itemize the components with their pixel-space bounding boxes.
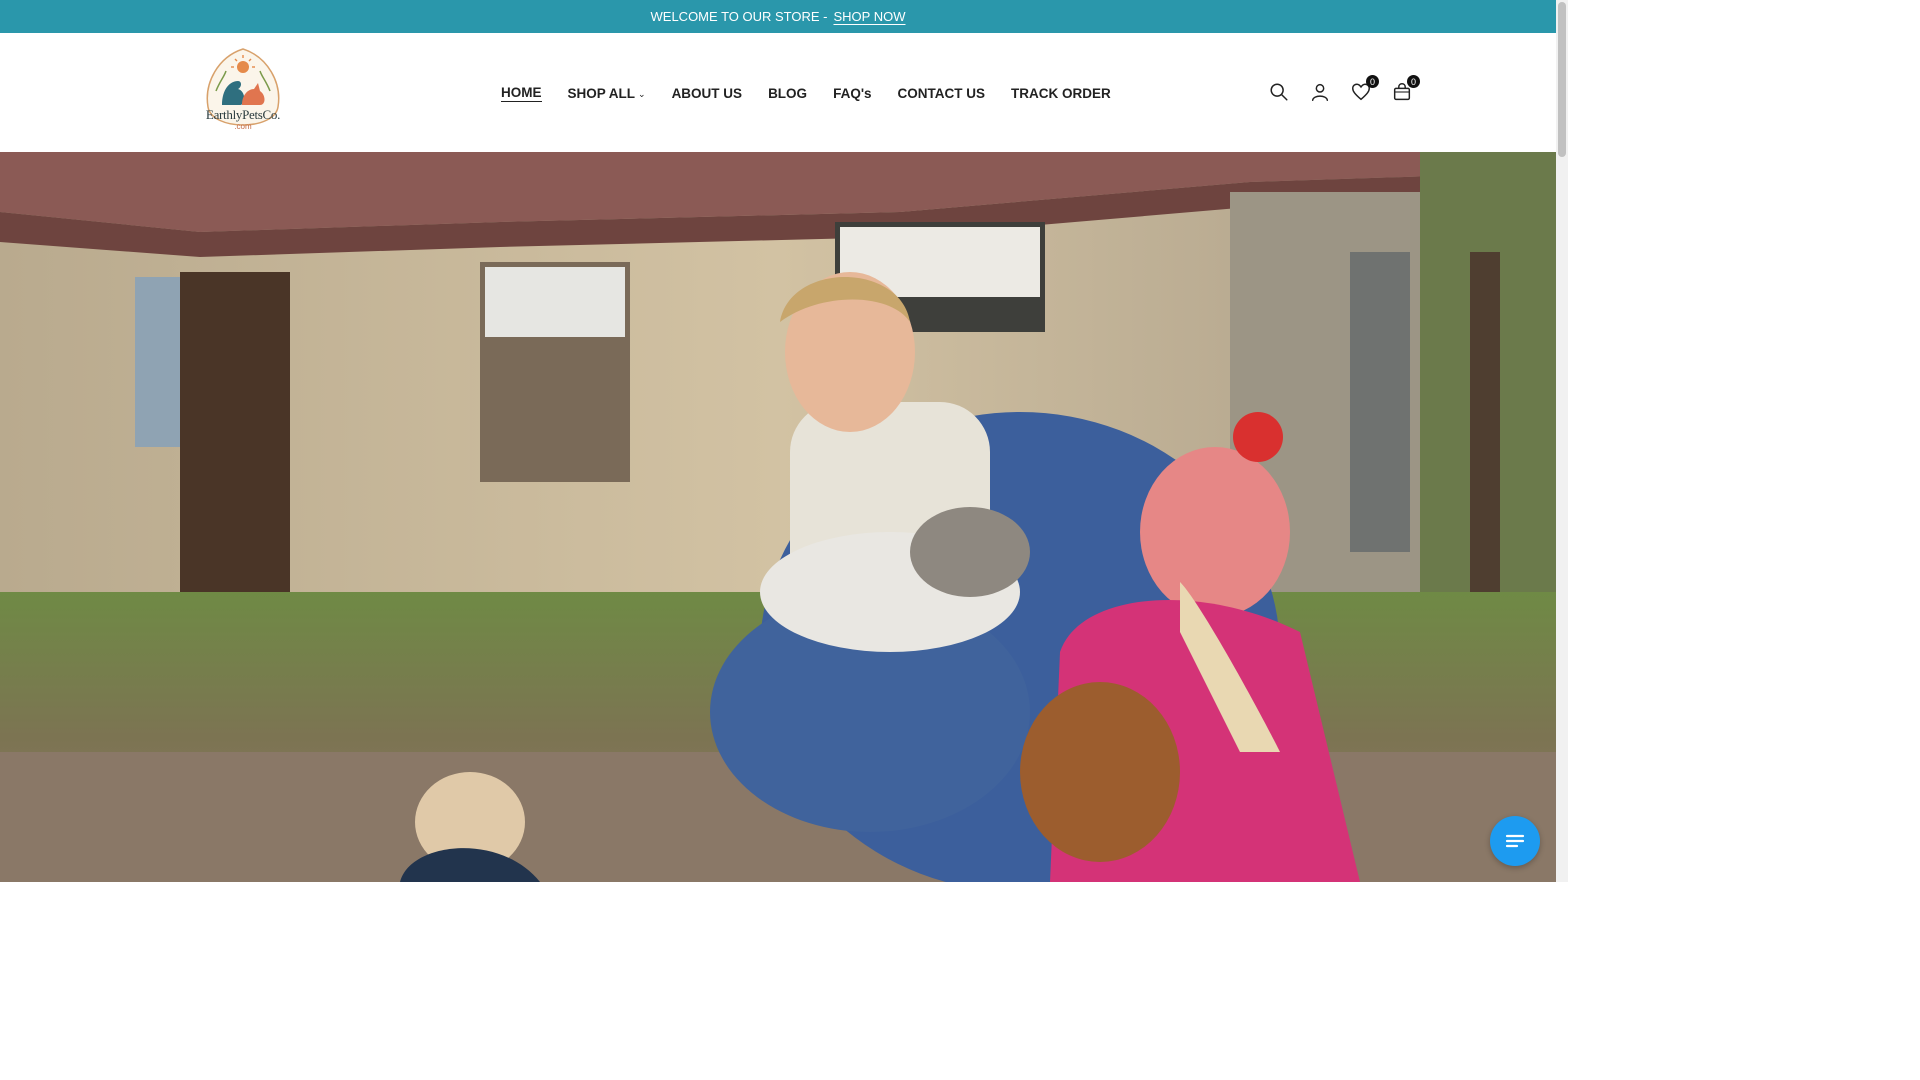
cart-button[interactable]: 0 bbox=[1391, 75, 1420, 103]
shop-now-link[interactable]: SHOP NOW bbox=[833, 9, 905, 24]
cart-count-badge: 0 bbox=[1407, 75, 1420, 88]
hero-photo-illustration bbox=[0, 152, 1556, 882]
search-button[interactable] bbox=[1268, 81, 1290, 103]
wishlist-count-badge: 0 bbox=[1366, 75, 1379, 88]
nav-home-label: HOME bbox=[501, 84, 542, 102]
account-button[interactable] bbox=[1309, 81, 1331, 103]
search-icon bbox=[1270, 83, 1288, 101]
nav-faqs-label: FAQ's bbox=[833, 85, 872, 101]
logo-domain: .com bbox=[234, 122, 252, 131]
logo-text: EarthlyPetsCo. bbox=[205, 107, 281, 122]
main-nav: HOME SHOP ALL ⌄ ABOUT US BLOG FAQ's CONTA… bbox=[501, 83, 1137, 103]
nav-contact-us[interactable]: CONTACT US bbox=[898, 86, 986, 101]
nav-about-us-label: ABOUT US bbox=[671, 85, 743, 101]
nav-faqs[interactable]: FAQ's bbox=[833, 86, 871, 101]
announcement-bar: WELCOME TO OUR STORE - SHOP NOW bbox=[0, 0, 1556, 33]
announcement-text: WELCOME TO OUR STORE - bbox=[650, 9, 828, 24]
wishlist-button[interactable]: 0 bbox=[1350, 75, 1379, 103]
nav-blog-label: BLOG bbox=[768, 85, 808, 101]
nav-shop-all-label: SHOP ALL bbox=[567, 85, 636, 101]
chevron-down-icon: ⌄ bbox=[638, 88, 646, 99]
hero-banner-image bbox=[0, 152, 1556, 882]
nav-blog[interactable]: BLOG bbox=[768, 86, 807, 101]
header-icons: 0 0 bbox=[1268, 75, 1420, 103]
nav-track-order-label: TRACK ORDER bbox=[1011, 85, 1111, 101]
scrollbar-thumb[interactable] bbox=[1558, 2, 1566, 157]
site-header: EarthlyPetsCo. .com HOME SHOP ALL ⌄ ABOUT… bbox=[0, 33, 1556, 152]
nav-about-us[interactable]: ABOUT US bbox=[672, 86, 743, 101]
account-icon bbox=[1311, 83, 1329, 101]
chat-widget-button[interactable] bbox=[1490, 816, 1540, 866]
site-logo[interactable]: EarthlyPetsCo. .com bbox=[200, 47, 286, 143]
nav-track-order[interactable]: TRACK ORDER bbox=[1011, 86, 1111, 101]
nav-shop-all[interactable]: SHOP ALL ⌄ bbox=[568, 86, 646, 101]
nav-home[interactable]: HOME bbox=[501, 85, 542, 102]
chat-menu-icon bbox=[1505, 834, 1525, 848]
page-scrollbar[interactable] bbox=[1556, 0, 1568, 882]
nav-contact-us-label: CONTACT US bbox=[897, 85, 986, 101]
